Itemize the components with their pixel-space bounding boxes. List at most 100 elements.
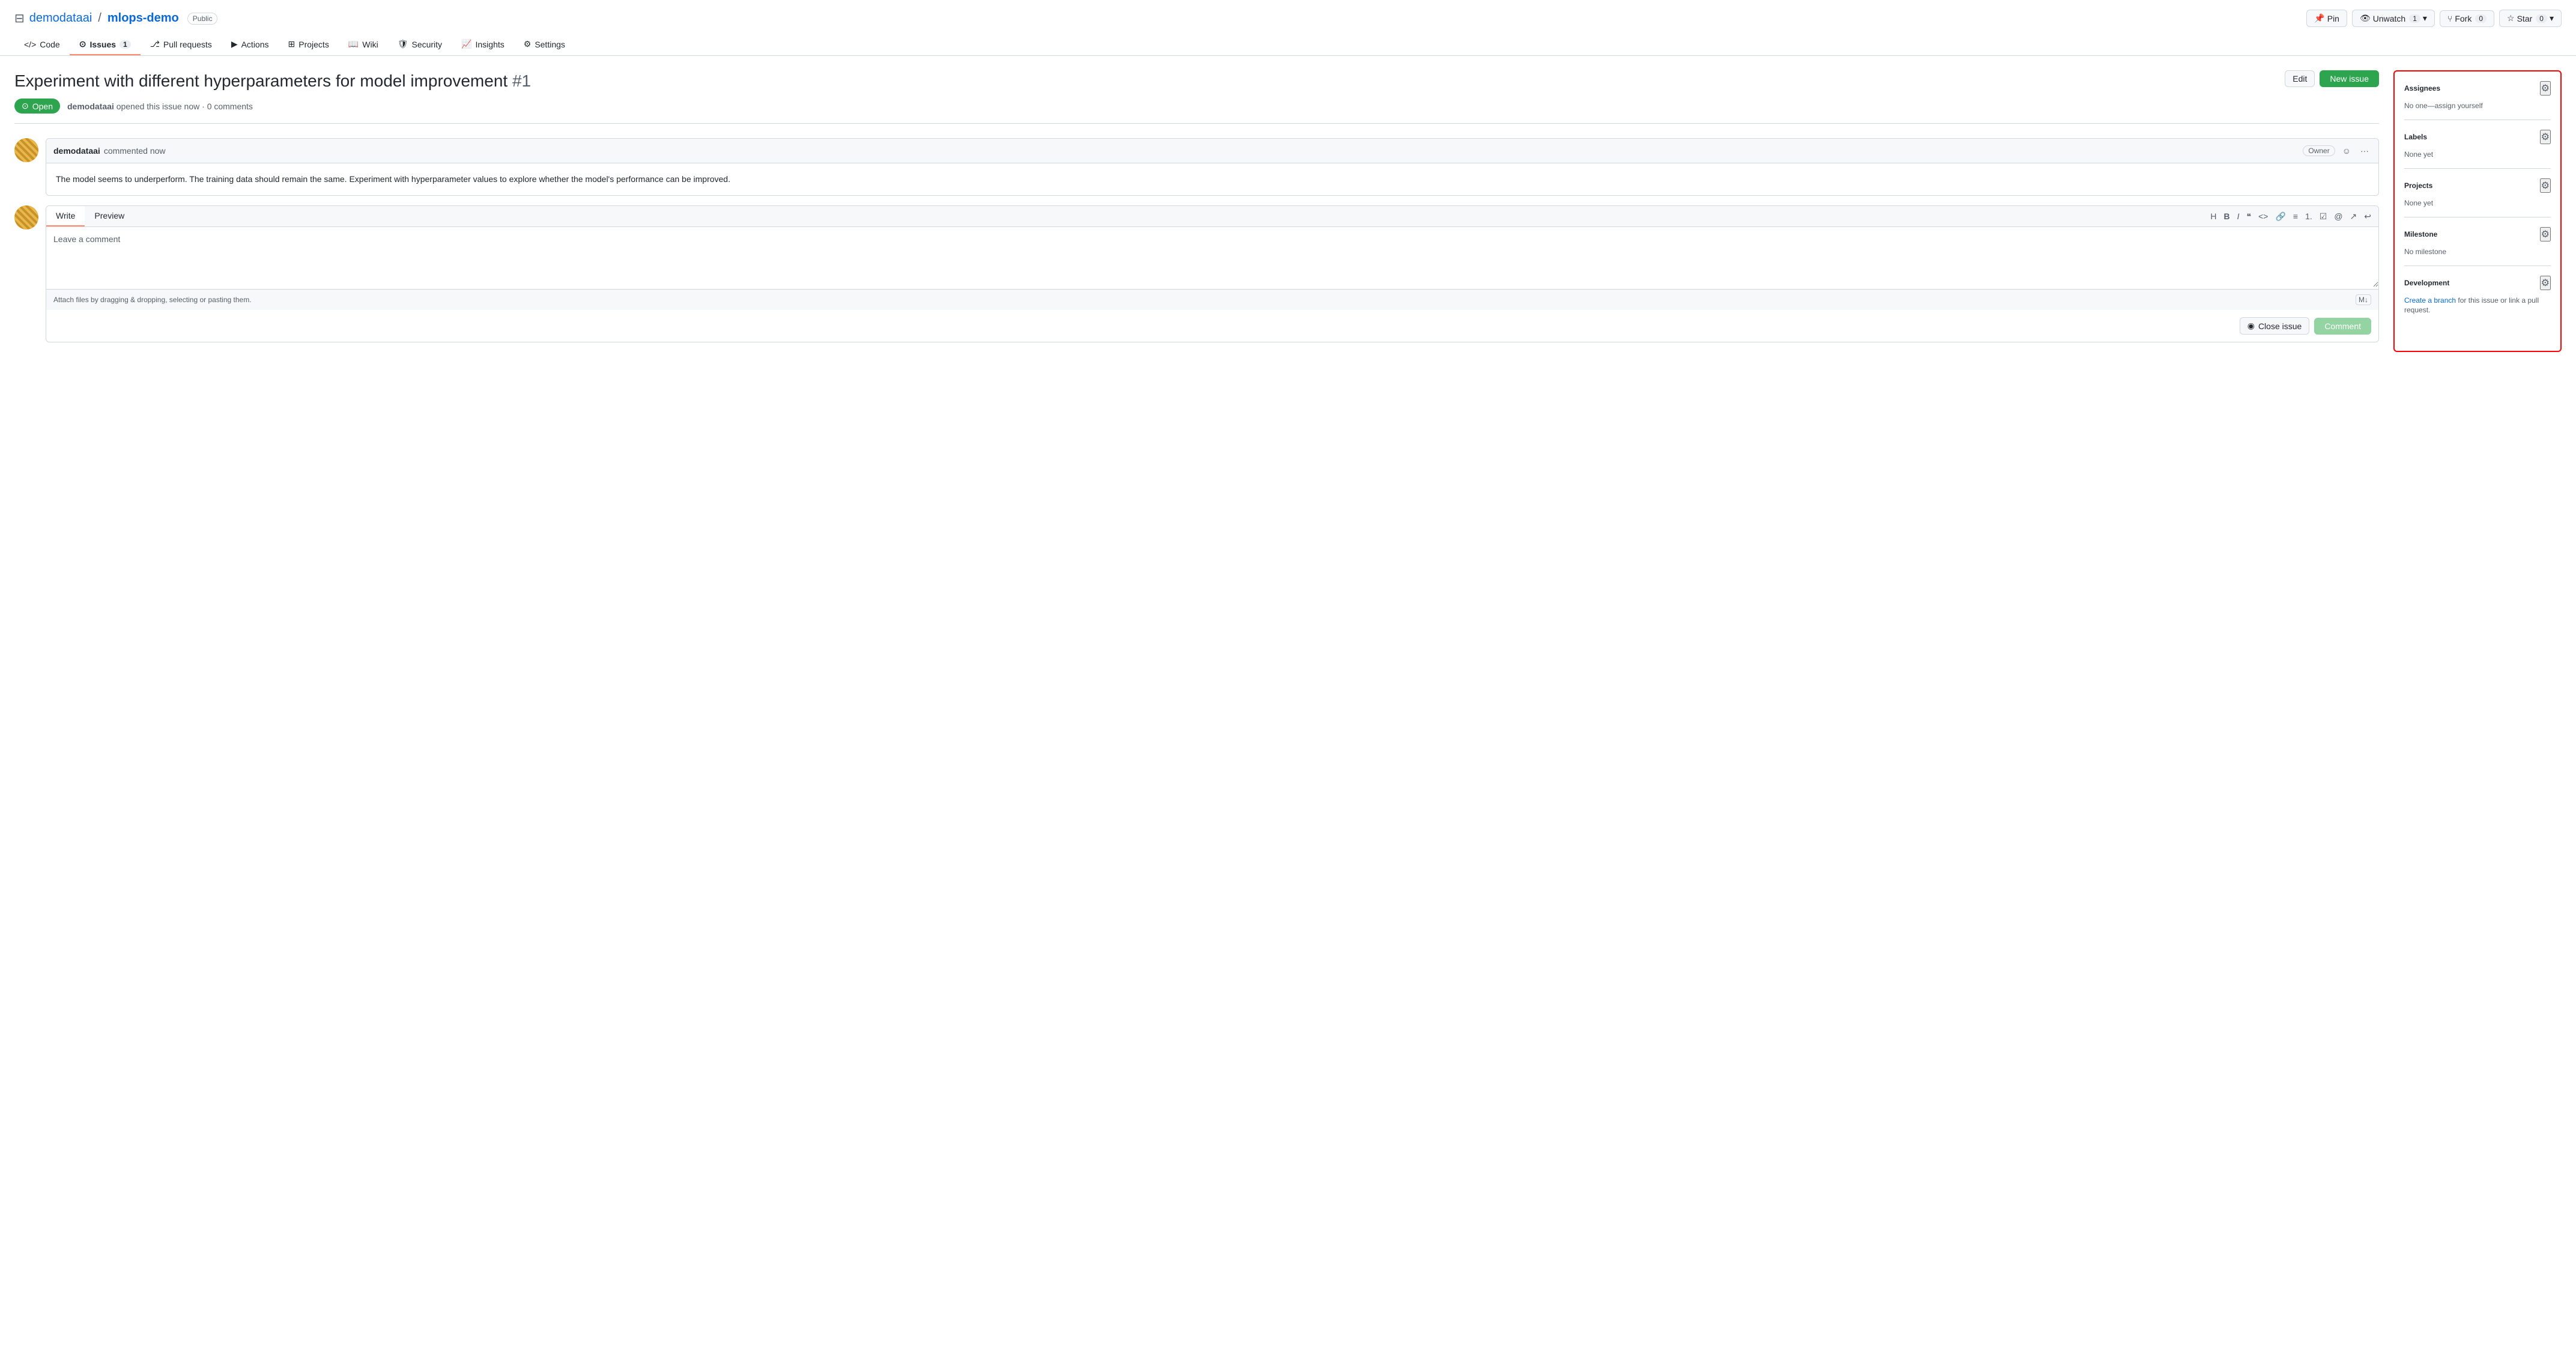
toolbar-mention[interactable]: @ bbox=[2332, 209, 2345, 223]
nav-security[interactable]: 🛡 Security bbox=[388, 34, 452, 55]
comment-header-right: Owner ☺ ··· bbox=[2303, 144, 2371, 158]
comment-header: demodataai commented now Owner ☺ ··· bbox=[46, 139, 2378, 163]
repo-visibility-badge: Public bbox=[187, 13, 218, 25]
edit-button[interactable]: Edit bbox=[2285, 70, 2315, 87]
tab-write[interactable]: Write bbox=[46, 206, 85, 226]
wiki-icon: 📖 bbox=[348, 39, 359, 49]
sidebar-milestone-value: No milestone bbox=[2404, 247, 2446, 256]
sidebar-assignees-header: Assignees ⚙ bbox=[2404, 81, 2551, 96]
sidebar-development-title: Development bbox=[2404, 279, 2449, 287]
issue-title-actions: Edit New issue bbox=[2285, 70, 2379, 87]
nav-projects[interactable]: ⊞ Projects bbox=[279, 34, 339, 55]
fork-count: 0 bbox=[2475, 14, 2487, 23]
repo-nav: </> Code ⊙ Issues 1 ⎇ Pull requests ▶ Ac… bbox=[14, 34, 2562, 55]
sidebar-projects-value: None yet bbox=[2404, 199, 2433, 207]
star-count: 0 bbox=[2536, 14, 2547, 23]
reply-box: Write Preview H B I ❝ <> 🔗 ≡ 1. ☑ @ ↗ bbox=[46, 205, 2379, 342]
sidebar-projects-header: Projects ⚙ bbox=[2404, 178, 2551, 193]
create-branch-link[interactable]: Create a branch bbox=[2404, 296, 2456, 305]
toolbar-ordered-list[interactable]: 1. bbox=[2303, 209, 2315, 223]
code-icon: </> bbox=[24, 40, 36, 49]
repo-name-link[interactable]: mlops-demo bbox=[108, 11, 179, 25]
development-gear-button[interactable]: ⚙ bbox=[2540, 276, 2551, 290]
comment-box: demodataai commented now Owner ☺ ··· The… bbox=[46, 138, 2379, 196]
comment-button[interactable]: Comment bbox=[2314, 318, 2371, 335]
projects-gear-button[interactable]: ⚙ bbox=[2540, 178, 2551, 193]
fork-icon: ⑂ bbox=[2447, 14, 2452, 23]
owner-badge: Owner bbox=[2303, 145, 2335, 156]
repo-action-buttons: 📌 Pin 👁 Unwatch 1 ▾ ⑂ Fork 0 ☆ Star 0 ▾ bbox=[2306, 10, 2562, 27]
issue-author-link[interactable]: demodataai bbox=[67, 102, 114, 111]
nav-actions[interactable]: ▶ Actions bbox=[222, 34, 279, 55]
assignees-gear-button[interactable]: ⚙ bbox=[2540, 81, 2551, 96]
nav-wiki[interactable]: 📖 Wiki bbox=[339, 34, 388, 55]
new-issue-button[interactable]: New issue bbox=[2320, 70, 2379, 87]
avatar-image bbox=[14, 138, 38, 162]
sidebar-assignees-value: No one—assign yourself bbox=[2404, 102, 2483, 110]
issue-title-row: Experiment with different hyperparameter… bbox=[14, 70, 2379, 91]
toolbar-task-list[interactable]: ☑ bbox=[2317, 209, 2330, 224]
nav-code[interactable]: </> Code bbox=[14, 34, 70, 55]
toolbar-quote[interactable]: ❝ bbox=[2244, 209, 2254, 224]
emoji-button[interactable]: ☺ bbox=[2340, 144, 2353, 158]
issues-count-badge: 1 bbox=[120, 40, 131, 49]
close-circle-icon: ◉ bbox=[2247, 321, 2255, 331]
labels-gear-button[interactable]: ⚙ bbox=[2540, 130, 2551, 144]
settings-icon: ⚙ bbox=[524, 39, 532, 49]
pin-icon: 📌 bbox=[2314, 13, 2324, 23]
nav-settings[interactable]: ⚙ Settings bbox=[514, 34, 575, 55]
milestone-gear-button[interactable]: ⚙ bbox=[2540, 227, 2551, 241]
sidebar-labels-section: Labels ⚙ None yet bbox=[2404, 130, 2551, 169]
toolbar-undo[interactable]: ↩ bbox=[2362, 209, 2374, 224]
sidebar-labels-header: Labels ⚙ bbox=[2404, 130, 2551, 144]
reply-avatar-image bbox=[14, 205, 38, 229]
repo-separator: / bbox=[98, 11, 102, 25]
issue-meta: ⊙ Open demodataai opened this issue now … bbox=[14, 99, 2379, 124]
star-dropdown-icon[interactable]: ▾ bbox=[2550, 13, 2554, 23]
issue-sidebar: Assignees ⚙ No one—assign yourself Label… bbox=[2393, 70, 2562, 352]
pin-button[interactable]: 📌 Pin bbox=[2306, 10, 2347, 27]
unwatch-button[interactable]: 👁 Unwatch 1 ▾ bbox=[2352, 10, 2435, 27]
repo-header: ⊟ demodataai / mlops-demo Public 📌 Pin 👁… bbox=[0, 0, 2576, 56]
comment-body: The model seems to underperform. The tra… bbox=[46, 163, 2378, 195]
sidebar-milestone-section: Milestone ⚙ No milestone bbox=[2404, 227, 2551, 266]
unwatch-dropdown-icon[interactable]: ▾ bbox=[2423, 13, 2427, 23]
reply-actions: ◉ Close issue Comment bbox=[46, 310, 2378, 342]
issues-icon: ⊙ bbox=[79, 39, 86, 49]
actions-icon: ▶ bbox=[231, 39, 238, 49]
tab-preview[interactable]: Preview bbox=[85, 206, 134, 226]
sidebar-milestone-title: Milestone bbox=[2404, 230, 2437, 238]
sidebar-labels-title: Labels bbox=[2404, 133, 2427, 141]
toolbar-unordered-list[interactable]: ≡ bbox=[2291, 209, 2300, 223]
comment-more-button[interactable]: ··· bbox=[2358, 144, 2371, 158]
nav-issues[interactable]: ⊙ Issues 1 bbox=[70, 34, 141, 55]
toolbar-link[interactable]: 🔗 bbox=[2273, 209, 2288, 224]
sidebar-development-header: Development ⚙ bbox=[2404, 276, 2551, 290]
toolbar-reference[interactable]: ↗ bbox=[2348, 209, 2360, 224]
repo-owner-link[interactable]: demodataai bbox=[29, 11, 92, 25]
reply-footer: Attach files by dragging & dropping, sel… bbox=[46, 289, 2378, 310]
reply-avatar bbox=[14, 205, 38, 229]
toolbar-code[interactable]: <> bbox=[2256, 209, 2270, 223]
repo-title-row: ⊟ demodataai / mlops-demo Public 📌 Pin 👁… bbox=[14, 10, 2562, 27]
main-container: Experiment with different hyperparameter… bbox=[0, 56, 2576, 352]
pr-icon: ⎇ bbox=[150, 39, 160, 49]
toolbar-bold[interactable]: B bbox=[2222, 209, 2232, 223]
comment-time: commented now bbox=[104, 146, 166, 156]
issue-main: Experiment with different hyperparameter… bbox=[14, 70, 2379, 352]
toolbar-heading[interactable]: H bbox=[2208, 209, 2219, 223]
nav-pull-requests[interactable]: ⎇ Pull requests bbox=[141, 34, 222, 55]
reply-thread: Write Preview H B I ❝ <> 🔗 ≡ 1. ☑ @ ↗ bbox=[14, 205, 2379, 342]
reply-textarea[interactable] bbox=[46, 227, 2378, 287]
nav-insights[interactable]: 📈 Insights bbox=[452, 34, 514, 55]
open-status-badge: ⊙ Open bbox=[14, 99, 60, 114]
markdown-icon: M↓ bbox=[2356, 294, 2371, 305]
star-button[interactable]: ☆ Star 0 ▾ bbox=[2499, 10, 2562, 27]
close-issue-button[interactable]: ◉ Close issue bbox=[2240, 317, 2310, 335]
reply-tabs: Write Preview H B I ❝ <> 🔗 ≡ 1. ☑ @ ↗ bbox=[46, 206, 2378, 227]
issue-title: Experiment with different hyperparameter… bbox=[14, 70, 2275, 91]
fork-button[interactable]: ⑂ Fork 0 bbox=[2440, 10, 2494, 27]
repo-icon: ⊟ bbox=[14, 11, 25, 26]
toolbar-italic[interactable]: I bbox=[2235, 209, 2242, 223]
eye-icon: 👁 bbox=[2360, 13, 2371, 23]
